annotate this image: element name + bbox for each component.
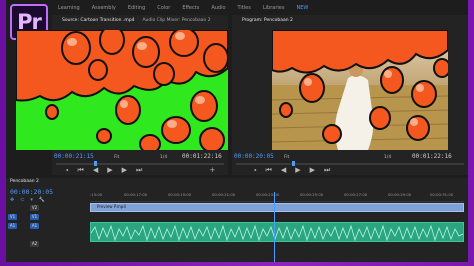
frame-forward-icon[interactable]: ▶: [310, 166, 315, 174]
frame-forward-icon[interactable]: ▶: [122, 166, 127, 174]
source-tabs: Source: Cartoon Transition .mp4 Audio Cl…: [52, 15, 228, 25]
track-header-a2: A2: [6, 240, 86, 248]
audio-clip[interactable]: [90, 222, 464, 242]
marker-icon[interactable]: ⬩: [254, 166, 257, 174]
ruler-label: 00:00:29:00: [388, 192, 412, 197]
step-forward-icon[interactable]: ⏭: [136, 166, 142, 174]
clip-name: Preview P.mp4: [97, 204, 126, 209]
source-scrubber[interactable]: [56, 161, 224, 166]
program-resolution-select[interactable]: 1/4: [384, 155, 391, 160]
workspace-titles[interactable]: Titles: [232, 5, 257, 11]
audio-waveform: [91, 224, 463, 241]
add-marker-icon[interactable]: ▾: [30, 197, 33, 203]
source-timecode-duration: 00:01:22:16: [182, 153, 222, 160]
workspace-learning[interactable]: Learning: [52, 5, 86, 11]
program-monitor: Program: Pencobaan 2 00:00:20:05 Fit 1/4…: [232, 15, 468, 175]
ruler-label: :15:00: [90, 192, 103, 197]
source-monitor: Source: Cartoon Transition .mp4 Audio Cl…: [16, 15, 228, 175]
track-header-a1: A1 A1: [6, 222, 86, 230]
ruler-label: 00:00:21:00: [212, 192, 236, 197]
source-video-frame: [16, 30, 228, 150]
source-timecode-current[interactable]: 00:00:21:15: [54, 153, 94, 160]
add-button-icon[interactable]: +: [209, 166, 215, 174]
tab-audio-clip-mixer[interactable]: Audio Clip Mixer: Pencobaan 2: [142, 18, 210, 23]
source-patch-a1[interactable]: A1: [8, 223, 17, 229]
timeline-tools: ✥ ⊂ ▾ 🔧: [10, 197, 45, 203]
time-ruler[interactable]: :15:00 00:00:17:00 00:00:19:00 00:00:21:…: [90, 192, 464, 202]
program-fit-select[interactable]: Fit: [284, 155, 289, 160]
frame-back-icon[interactable]: ◀: [281, 166, 286, 174]
step-back-icon[interactable]: ⏮: [78, 166, 84, 174]
ruler-label: 00:00:19:00: [168, 192, 192, 197]
track-label[interactable]: V2: [30, 205, 39, 211]
linked-selection-icon[interactable]: ⊂: [20, 197, 24, 203]
workspace-assembly[interactable]: Assembly: [86, 5, 122, 11]
snap-icon[interactable]: ✥: [10, 197, 14, 203]
step-forward-icon[interactable]: ⏭: [324, 166, 330, 174]
play-icon[interactable]: ▶: [107, 166, 112, 174]
track-header-v2: V2: [6, 204, 86, 212]
workspace-new[interactable]: NEW: [290, 5, 314, 11]
track-label[interactable]: A2: [30, 241, 39, 247]
play-icon[interactable]: ▶: [295, 166, 300, 174]
workspace-effects[interactable]: Effects: [176, 5, 205, 11]
marker-icon[interactable]: ⬩: [66, 166, 69, 174]
ruler-label: 00:00:25:00: [300, 192, 324, 197]
tab-program[interactable]: Program: Pencobaan 2: [242, 18, 293, 23]
settings-icon[interactable]: 🔧: [39, 197, 45, 203]
workspace-libraries[interactable]: Libraries: [257, 5, 291, 11]
timeline-timecode[interactable]: 00:00:20:05: [10, 188, 53, 196]
track-label[interactable]: A1: [30, 223, 39, 229]
premiere-window: Pr Learning Assembly Editing Color Effec…: [6, 0, 468, 262]
ruler-label: 00:00:17:00: [124, 192, 148, 197]
ruler-label: 00:00:23:00: [256, 192, 280, 197]
program-scrubber[interactable]: [236, 161, 464, 166]
program-composite: [272, 30, 448, 150]
track-header-v1: V1 V1: [6, 213, 86, 221]
frame-back-icon[interactable]: ◀: [93, 166, 98, 174]
source-transport: ⬩ ⏮ ◀ ▶ ▶ ⏭ +: [66, 166, 215, 174]
program-tabs: Program: Pencobaan 2: [232, 15, 468, 25]
step-back-icon[interactable]: ⏮: [266, 166, 272, 174]
source-patch-v1[interactable]: V1: [8, 214, 17, 220]
ruler-label: 00:00:31:00: [430, 192, 454, 197]
workspace-audio[interactable]: Audio: [205, 5, 231, 11]
program-video-frame: [272, 30, 448, 150]
program-transport: ⬩ ⏮ ◀ ▶ ▶ ⏭: [254, 166, 330, 174]
track-label[interactable]: V1: [30, 214, 39, 220]
program-timecode-duration: 00:01:22:16: [412, 153, 452, 160]
timeline-panel: Pencobaan 2 00:00:20:05 ✥ ⊂ ▾ 🔧 :15:00 0…: [6, 178, 468, 262]
workspace-bar: Learning Assembly Editing Color Effects …: [52, 0, 468, 15]
orange-blobs: [16, 30, 228, 150]
source-fit-select[interactable]: Fit: [114, 155, 119, 160]
tab-sequence[interactable]: Pencobaan 2: [10, 179, 39, 184]
workspace-color[interactable]: Color: [151, 5, 176, 11]
ruler-label: 00:00:27:00: [344, 192, 368, 197]
workspace-editing[interactable]: Editing: [122, 5, 151, 11]
source-resolution-select[interactable]: 1/4: [160, 155, 167, 160]
timeline-playhead[interactable]: [274, 192, 275, 262]
tab-source[interactable]: Source: Cartoon Transition .mp4: [62, 18, 134, 23]
video-clip[interactable]: Preview P.mp4: [90, 203, 464, 212]
program-timecode-current[interactable]: 00:00:20:05: [234, 153, 274, 160]
